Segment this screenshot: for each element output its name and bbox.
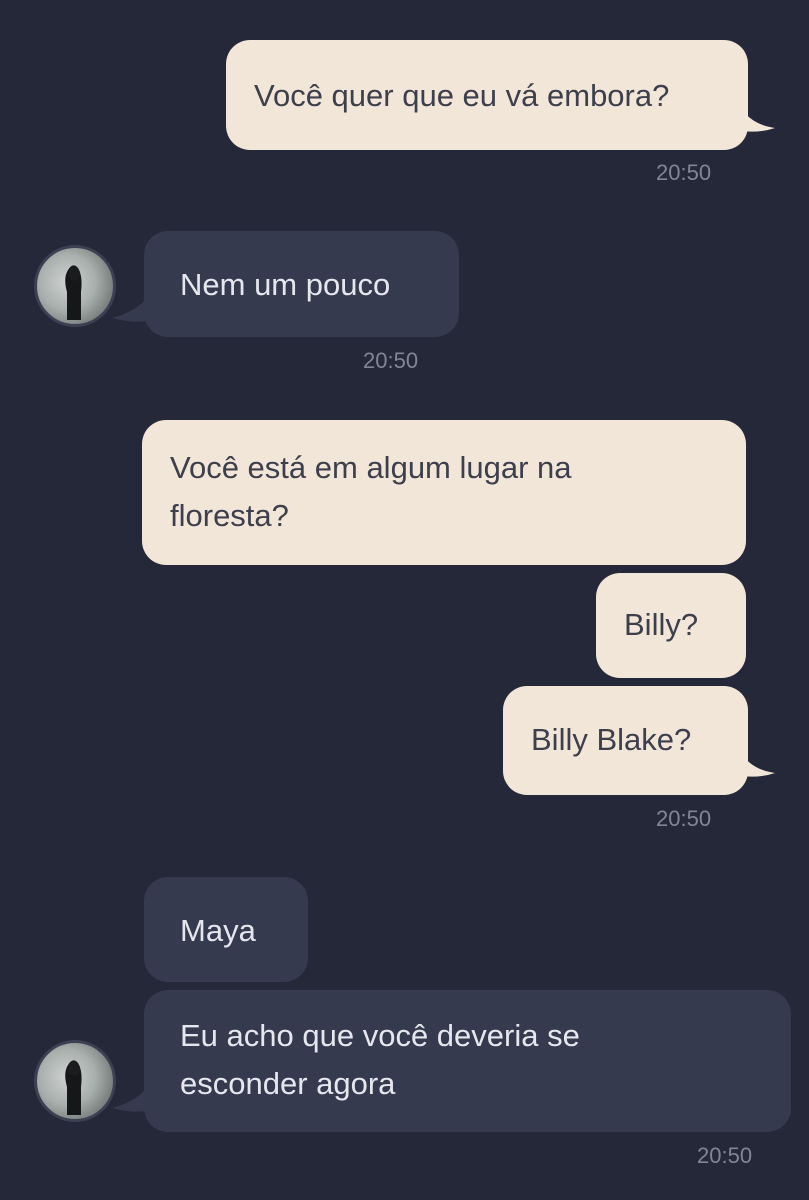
outgoing-message[interactable]: Você quer que eu vá embora? (226, 40, 748, 150)
message-text: Billy Blake? (531, 722, 692, 757)
incoming-message[interactable]: Maya (144, 877, 308, 982)
bubble-tail (735, 741, 775, 777)
message-text: Você quer que eu vá embora? (254, 78, 670, 113)
contact-avatar[interactable] (34, 1040, 116, 1122)
contact-avatar[interactable] (34, 245, 116, 327)
outgoing-message[interactable]: Billy Blake? (503, 686, 748, 795)
message-text: Billy? (624, 607, 699, 642)
bubble-tail (735, 96, 775, 132)
message-text: Maya (180, 913, 256, 948)
hooded-figure-icon (65, 1060, 82, 1115)
message-timestamp: 20:50 (363, 348, 419, 373)
message-text: Você está em algum lugar na floresta? (170, 450, 572, 533)
outgoing-message[interactable]: Você está em algum lugar na floresta? (142, 420, 746, 565)
outgoing-message[interactable]: Billy? (596, 573, 746, 678)
incoming-message[interactable]: Nem um pouco (144, 231, 459, 337)
message-text: Nem um pouco (180, 267, 391, 302)
incoming-message[interactable]: Eu acho que você deveria se esconder ago… (144, 990, 791, 1132)
chat-thread: Você quer que eu vá embora? 20:50 Nem um… (0, 0, 809, 1200)
hooded-figure-icon (65, 265, 82, 320)
message-timestamp: 20:50 (656, 160, 712, 185)
message-text: Eu acho que você deveria se esconder ago… (180, 1018, 580, 1101)
message-timestamp: 20:50 (656, 806, 712, 831)
message-timestamp: 20:50 (697, 1143, 753, 1168)
